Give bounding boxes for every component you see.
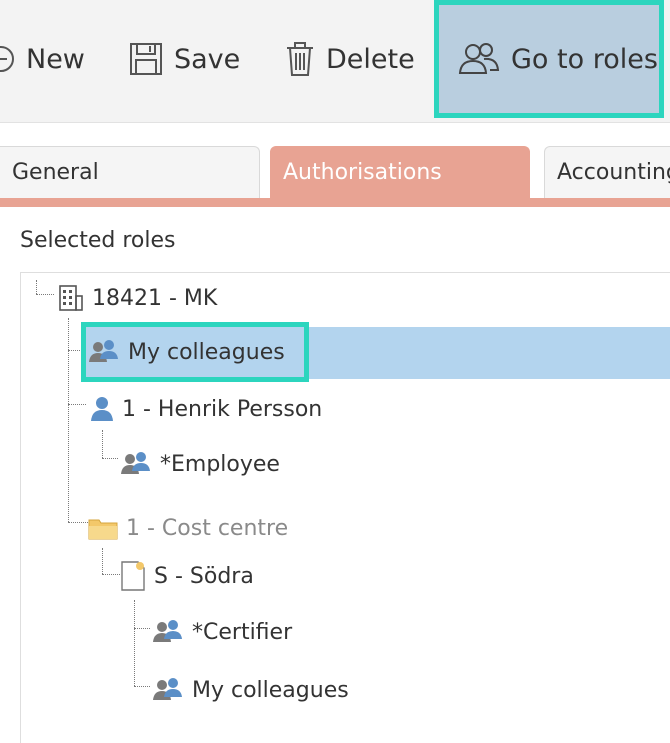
building-icon xyxy=(58,284,84,312)
tree-connector xyxy=(36,294,54,295)
delete-button[interactable]: Delete xyxy=(284,0,415,118)
tree-node-label: 1 - Cost centre xyxy=(126,515,289,541)
section-title: Selected roles xyxy=(20,228,176,253)
go-to-roles-label: Go to roles xyxy=(511,43,658,75)
tree-node-label: 18421 - MK xyxy=(92,285,218,311)
plus-circle-icon xyxy=(0,44,16,74)
tree-node-label: S - Södra xyxy=(154,563,254,589)
tab-authorisations[interactable]: Authorisations xyxy=(270,146,530,198)
document-icon xyxy=(120,560,146,592)
go-to-roles-button[interactable]: Go to roles xyxy=(434,0,664,118)
tree-connector xyxy=(102,574,120,575)
delete-button-label: Delete xyxy=(326,43,415,75)
tab-underline xyxy=(0,198,670,207)
users-icon xyxy=(457,41,501,77)
floppy-disk-icon xyxy=(128,41,164,77)
tree-node-root[interactable]: 18421 - MK xyxy=(58,280,217,316)
tree-node-certifier[interactable]: *Certifier xyxy=(152,612,292,652)
tree-node-cost-centre[interactable]: 1 - Cost centre xyxy=(88,508,288,548)
save-button-label: Save xyxy=(174,43,241,75)
tree-node-label: My colleagues xyxy=(192,677,349,703)
tab-general[interactable]: General xyxy=(0,146,260,198)
tree-node-label: *Certifier xyxy=(192,619,293,645)
folder-icon xyxy=(88,516,118,540)
tree-node-sodra[interactable]: S - Södra xyxy=(120,556,254,596)
new-button-label: New xyxy=(26,43,85,75)
tree-connector xyxy=(134,600,135,686)
tree-connector xyxy=(134,628,150,629)
tree-node-label: *Employee xyxy=(160,451,280,477)
person-icon xyxy=(90,395,114,423)
tree-connector xyxy=(102,548,103,574)
save-button[interactable]: Save xyxy=(128,0,240,118)
tree-connector xyxy=(68,404,86,405)
tree-node-person[interactable]: 1 - Henrik Persson xyxy=(90,390,322,428)
tree-connector xyxy=(68,522,88,523)
tree-connector xyxy=(102,430,103,458)
tree-node-my-colleagues-2[interactable]: My colleagues xyxy=(152,670,349,710)
tab-accounting[interactable]: Accounting xyxy=(544,146,670,198)
new-button[interactable]: New xyxy=(0,0,85,118)
toolbar: New Save Delete Go to roles xyxy=(0,0,670,123)
tree-connector xyxy=(102,458,118,459)
tree-node-employee[interactable]: *Employee xyxy=(120,444,280,484)
tree-node-label: 1 - Henrik Persson xyxy=(122,396,323,422)
group-icon xyxy=(152,676,184,704)
highlight-box xyxy=(81,322,309,382)
group-icon xyxy=(152,618,184,646)
tree-connector xyxy=(134,686,150,687)
trash-icon xyxy=(284,41,316,77)
tree-connector xyxy=(68,318,69,522)
group-icon xyxy=(120,450,152,478)
tree-connector xyxy=(36,280,37,294)
